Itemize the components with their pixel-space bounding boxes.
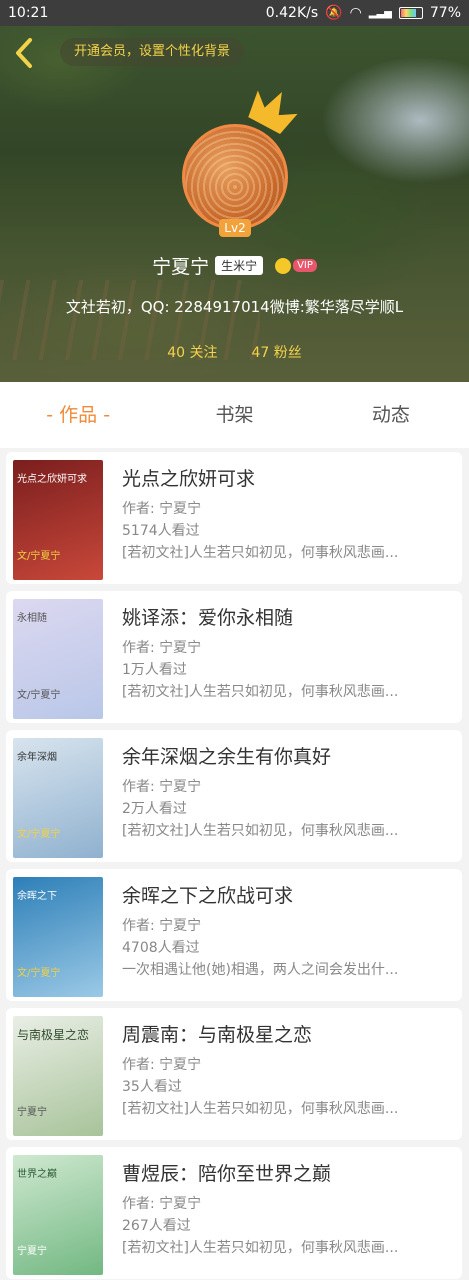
- cover-title: 光点之欣妍可求: [17, 474, 87, 485]
- network-speed: 0.42K/s: [265, 5, 319, 21]
- cover-title: 永相随: [17, 613, 47, 624]
- cover-title: 余年深烟: [17, 752, 57, 763]
- list-item[interactable]: 余晖之下 文/宁夏宁 余晖之下之欣战可求 作者: 宁夏宁 4708人看过 一次相…: [6, 869, 462, 1001]
- user-bio: 文社若初，QQ: 2284917014微博:繁华落尽学顺L: [65, 298, 404, 316]
- book-description: [若初文社]人生若只如初见，何事秋风悲画...: [122, 545, 399, 561]
- user-tag: 生米宁: [215, 256, 264, 275]
- sun-icon: [275, 257, 292, 274]
- book-author: 作者: 宁夏宁: [122, 779, 202, 795]
- cover-author: 宁夏宁: [17, 1246, 47, 1257]
- fans-count[interactable]: 47 粉丝: [252, 342, 302, 362]
- book-title: 周震南：与南极星之恋: [122, 1024, 313, 1046]
- cover-author: 文/宁夏宁: [17, 551, 61, 562]
- book-views: 4708人看过: [122, 940, 200, 956]
- list-item[interactable]: 永相随 文/宁夏宁 姚译添：爱你永相随 作者: 宁夏宁 1万人看过 [若初文社]…: [6, 591, 462, 723]
- book-description: [若初文社]人生若只如初见，何事秋风悲画...: [122, 823, 399, 839]
- book-cover: 余年深烟 文/宁夏宁: [13, 738, 103, 858]
- book-cover: 与南极星之恋 宁夏宁: [13, 1016, 103, 1136]
- list-item[interactable]: 世界之巅 宁夏宁 曹煜辰：陪你至世界之巅 作者: 宁夏宁 267人看过 [若初文…: [6, 1147, 462, 1279]
- book-author: 作者: 宁夏宁: [122, 640, 202, 656]
- signal-icon: ▂▃▅: [368, 7, 392, 19]
- avatar-image: [182, 124, 288, 230]
- tab-works[interactable]: - 作品 -: [0, 382, 156, 448]
- user-name: 宁夏宁: [152, 256, 210, 278]
- book-title: 曹煜辰：陪你至世界之巅: [122, 1163, 332, 1185]
- book-title: 姚译添：爱你永相随: [122, 607, 294, 629]
- list-item[interactable]: 与南极星之恋 宁夏宁 周震南：与南极星之恋 作者: 宁夏宁 35人看过 [若初文…: [6, 1008, 462, 1140]
- tab-activity[interactable]: 动态: [313, 382, 469, 448]
- book-description: [若初文社]人生若只如初见，何事秋风悲画...: [122, 684, 399, 700]
- book-cover: 永相随 文/宁夏宁: [13, 599, 103, 719]
- tab-bookshelf[interactable]: 书架: [156, 382, 312, 448]
- book-title: 余年深烟之余生有你真好: [122, 746, 332, 768]
- book-author: 作者: 宁夏宁: [122, 1057, 202, 1073]
- book-title: 光点之欣妍可求: [122, 468, 256, 490]
- book-views: 267人看过: [122, 1218, 191, 1234]
- book-views: 2万人看过: [122, 801, 187, 817]
- avatar[interactable]: [182, 124, 288, 230]
- book-description: [若初文社]人生若只如初见，何事秋风悲画...: [122, 1101, 399, 1117]
- cover-title: 余晖之下: [17, 891, 57, 902]
- list-item[interactable]: 余年深烟 文/宁夏宁 余年深烟之余生有你真好 作者: 宁夏宁 2万人看过 [若初…: [6, 730, 462, 862]
- cover-author: 文/宁夏宁: [17, 690, 61, 701]
- follow-count[interactable]: 40 关注: [167, 342, 217, 362]
- wifi-icon: ◠: [349, 5, 362, 21]
- book-cover: 世界之巅 宁夏宁: [13, 1155, 103, 1275]
- list-item[interactable]: 光点之欣妍可求 文/宁夏宁 光点之欣妍可求 作者: 宁夏宁 5174人看过 [若…: [6, 452, 462, 584]
- book-cover: 光点之欣妍可求 文/宁夏宁: [13, 460, 103, 580]
- status-time: 10:21: [8, 5, 49, 21]
- vip-label: VIP: [293, 259, 317, 272]
- tab-bar: - 作品 - 书架 动态: [0, 382, 469, 448]
- book-views: 5174人看过: [122, 523, 200, 539]
- follow-stats: 40 关注 47 粉丝: [0, 342, 469, 362]
- book-cover: 余晖之下 文/宁夏宁: [13, 877, 103, 997]
- cover-author: 文/宁夏宁: [17, 968, 61, 979]
- vip-badge[interactable]: VIP: [275, 257, 317, 274]
- book-author: 作者: 宁夏宁: [122, 501, 202, 517]
- battery-icon: [398, 7, 423, 19]
- battery-percent: 77%: [429, 5, 461, 21]
- cover-title: 世界之巅: [17, 1169, 57, 1180]
- level-badge: Lv2: [219, 219, 251, 237]
- cover-author: 宁夏宁: [17, 1107, 47, 1118]
- book-views: 1万人看过: [122, 662, 187, 678]
- works-list: 光点之欣妍可求 文/宁夏宁 光点之欣妍可求 作者: 宁夏宁 5174人看过 [若…: [6, 452, 462, 1280]
- book-author: 作者: 宁夏宁: [122, 1196, 202, 1212]
- chevron-left-icon: [16, 38, 32, 68]
- book-author: 作者: 宁夏宁: [122, 918, 202, 934]
- cover-title: 与南极星之恋: [17, 1028, 90, 1042]
- book-description: [若初文社]人生若只如初见，何事秋风悲画...: [122, 1240, 399, 1256]
- mute-icon: 🔕: [325, 5, 343, 21]
- cover-author: 文/宁夏宁: [17, 829, 61, 840]
- book-title: 余晖之下之欣战可求: [122, 885, 294, 907]
- name-row: 宁夏宁 生米宁 VIP: [0, 252, 469, 279]
- status-bar: 10:21 0.42K/s 🔕 ◠ ▂▃▅ 77%: [0, 0, 469, 26]
- back-button[interactable]: [10, 36, 40, 70]
- book-description: 一次相遇让他(她)相遇，两人之间会发出什...: [122, 962, 399, 978]
- vip-background-tip[interactable]: 开通会员，设置个性化背景: [60, 38, 245, 66]
- book-views: 35人看过: [122, 1079, 182, 1095]
